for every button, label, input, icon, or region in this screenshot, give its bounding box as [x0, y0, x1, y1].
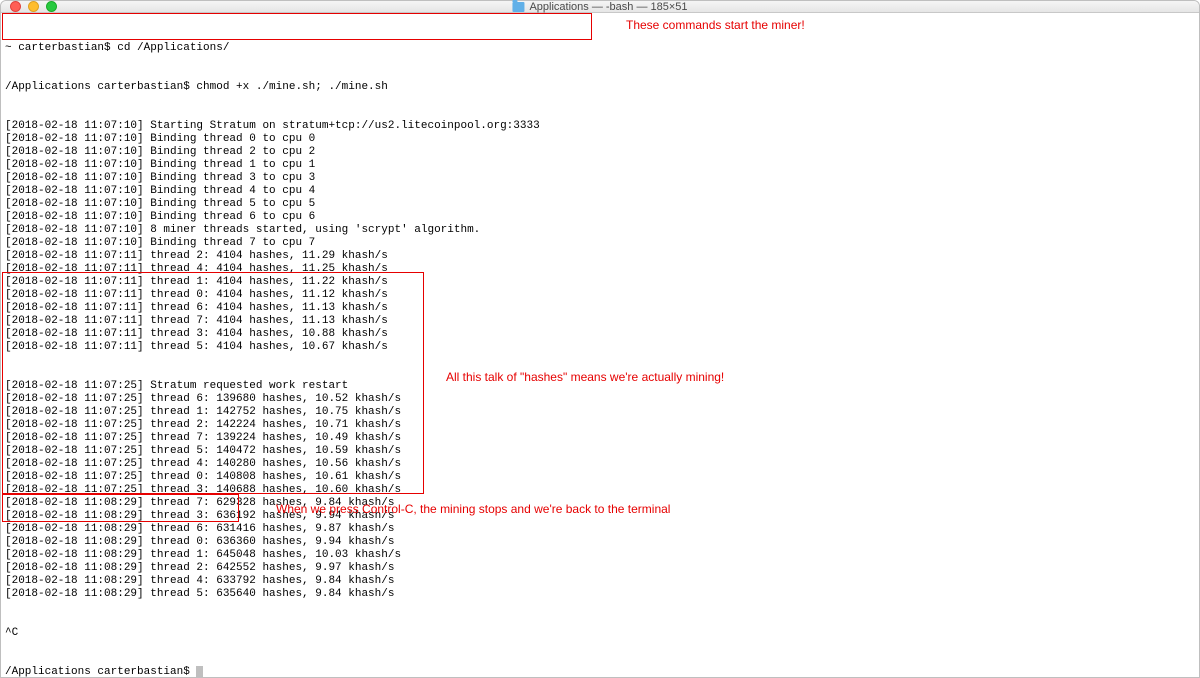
terminal-output-line: [2018-02-18 11:07:25] thread 0: 140808 h…: [5, 471, 1195, 484]
terminal-output-line: [2018-02-18 11:08:29] thread 2: 642552 h…: [5, 562, 1195, 575]
ctrl-c-line: ^C: [5, 627, 1195, 640]
annotation-text: All this talk of "hashes" means we're ac…: [446, 371, 724, 384]
terminal-output-line: [2018-02-18 11:07:10] Binding thread 0 t…: [5, 133, 1195, 146]
terminal-output-line: [2018-02-18 11:07:25] thread 6: 139680 h…: [5, 393, 1195, 406]
terminal-output-line: [2018-02-18 11:08:29] thread 6: 631416 h…: [5, 523, 1195, 536]
annotation-text: When we press Control-C, the mining stop…: [276, 503, 670, 516]
terminal-output-line: [2018-02-18 11:08:29] thread 1: 645048 h…: [5, 549, 1195, 562]
terminal-output-line: [2018-02-18 11:07:25] thread 7: 139224 h…: [5, 432, 1195, 445]
terminal-output-line: [2018-02-18 11:07:10] Binding thread 2 t…: [5, 146, 1195, 159]
terminal-output-line: [2018-02-18 11:07:10] Binding thread 3 t…: [5, 172, 1195, 185]
traffic-light-buttons: [1, 1, 57, 12]
terminal-output-line: [2018-02-18 11:07:11] thread 6: 4104 has…: [5, 302, 1195, 315]
terminal-output-line: [2018-02-18 11:07:25] thread 4: 140280 h…: [5, 458, 1195, 471]
maximize-icon[interactable]: [46, 1, 57, 12]
output-block: [2018-02-18 11:07:25] Stratum requested …: [5, 380, 1195, 601]
terminal-output-line: [2018-02-18 11:07:25] thread 5: 140472 h…: [5, 445, 1195, 458]
terminal-output-line: [2018-02-18 11:07:10] Binding thread 7 t…: [5, 237, 1195, 250]
terminal-output-line: [2018-02-18 11:07:10] Binding thread 6 t…: [5, 211, 1195, 224]
terminal-output-line: [2018-02-18 11:07:11] thread 1: 4104 has…: [5, 276, 1195, 289]
terminal-output-line: [2018-02-18 11:08:29] thread 4: 633792 h…: [5, 575, 1195, 588]
terminal-output-line: [2018-02-18 11:07:11] thread 5: 4104 has…: [5, 341, 1195, 354]
terminal-output-line: [2018-02-18 11:07:10] Binding thread 5 t…: [5, 198, 1195, 211]
terminal-output-line: [2018-02-18 11:07:11] thread 0: 4104 has…: [5, 289, 1195, 302]
terminal-output-line: [2018-02-18 11:07:11] thread 3: 4104 has…: [5, 328, 1195, 341]
terminal-output-line: [2018-02-18 11:07:25] thread 1: 142752 h…: [5, 406, 1195, 419]
terminal-output-line: [2018-02-18 11:07:11] thread 4: 4104 has…: [5, 263, 1195, 276]
output-block: [2018-02-18 11:07:10] Starting Stratum o…: [5, 120, 1195, 354]
annotation-text: These commands start the miner!: [626, 19, 805, 32]
annotation-box: [2, 13, 592, 40]
terminal-output-line: [2018-02-18 11:07:10] 8 miner threads st…: [5, 224, 1195, 237]
terminal-output-line: [2018-02-18 11:07:11] thread 7: 4104 has…: [5, 315, 1195, 328]
terminal-window: Applications — -bash — 185×51 ~ carterba…: [0, 0, 1200, 678]
terminal-body[interactable]: ~ carterbastian$ cd /Applications/ /Appl…: [1, 13, 1199, 678]
window-titlebar[interactable]: Applications — -bash — 185×51: [1, 1, 1199, 13]
terminal-output-line: [2018-02-18 11:08:29] thread 5: 635640 h…: [5, 588, 1195, 601]
terminal-output-line: [2018-02-18 11:07:25] thread 2: 142224 h…: [5, 419, 1195, 432]
folder-icon: [512, 2, 524, 12]
cursor-icon: [196, 666, 203, 678]
minimize-icon[interactable]: [28, 1, 39, 12]
terminal-output-line: [2018-02-18 11:07:10] Starting Stratum o…: [5, 120, 1195, 133]
terminal-output-line: [2018-02-18 11:07:25] thread 3: 140688 h…: [5, 484, 1195, 497]
terminal-output-line: [2018-02-18 11:07:10] Binding thread 1 t…: [5, 159, 1195, 172]
terminal-output-line: [2018-02-18 11:07:10] Binding thread 4 t…: [5, 185, 1195, 198]
prompt-line: /Applications carterbastian$ chmod +x ./…: [5, 81, 1195, 94]
terminal-output-line: [2018-02-18 11:08:29] thread 0: 636360 h…: [5, 536, 1195, 549]
prompt-line: /Applications carterbastian$: [5, 666, 1195, 678]
window-title: Applications — -bash — 185×51: [512, 1, 687, 13]
close-icon[interactable]: [10, 1, 21, 12]
terminal-output-line: [2018-02-18 11:07:11] thread 2: 4104 has…: [5, 250, 1195, 263]
prompt-line: ~ carterbastian$ cd /Applications/: [5, 42, 1195, 55]
window-title-text: Applications — -bash — 185×51: [529, 1, 687, 13]
